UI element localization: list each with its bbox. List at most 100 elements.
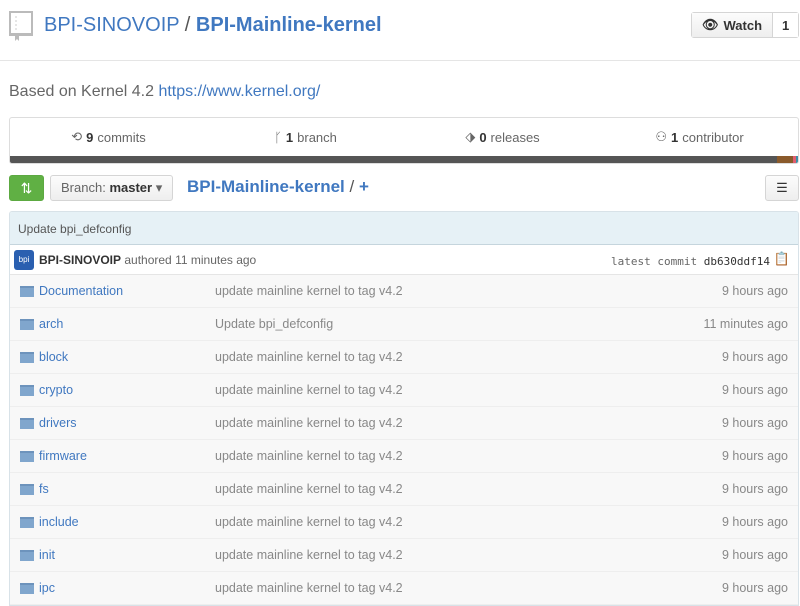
watch-button[interactable]: 👁 Watch bbox=[692, 13, 774, 37]
file-age: 9 hours ago bbox=[721, 416, 788, 430]
stat-label: contributor bbox=[682, 129, 744, 145]
watch-label: Watch bbox=[723, 17, 763, 33]
list-icon: ☰ bbox=[776, 180, 788, 195]
file-name-link[interactable]: block bbox=[39, 350, 68, 364]
folder-icon bbox=[20, 517, 34, 528]
file-age: 9 hours ago bbox=[721, 548, 788, 562]
language-bar[interactable] bbox=[10, 156, 798, 163]
clipboard-icon[interactable]: 📋 bbox=[774, 251, 790, 267]
file-age: 9 hours ago bbox=[721, 482, 788, 496]
description-text: Based on Kernel 4.2 bbox=[9, 83, 159, 100]
folder-icon bbox=[20, 286, 34, 297]
file-commit-message[interactable]: update mainline kernel to tag v4.2 bbox=[215, 284, 403, 298]
file-age: 9 hours ago bbox=[721, 383, 788, 397]
file-name-link[interactable]: fs bbox=[39, 482, 49, 496]
compare-icon: ⇅ bbox=[20, 180, 33, 196]
branch-icon: ᚴ bbox=[274, 129, 282, 145]
title-separator: / bbox=[184, 14, 191, 36]
repo-link[interactable]: BPI-Mainline-kernel bbox=[196, 14, 382, 36]
branch-name: master bbox=[109, 180, 153, 195]
file-commit-message[interactable]: update mainline kernel to tag v4.2 bbox=[215, 383, 403, 397]
commit-sha[interactable]: db630ddf14 bbox=[704, 255, 770, 268]
file-row: fs update mainline kernel to tag v4.2 9 ho… bbox=[10, 473, 798, 506]
file-row: block update mainline kernel to tag v4.2 9… bbox=[10, 341, 798, 374]
file-row: firmware update mainline kernel to tag v4… bbox=[10, 440, 798, 473]
file-name-link[interactable]: firmware bbox=[39, 449, 87, 463]
file-age: 9 hours ago bbox=[721, 581, 788, 595]
file-name-link[interactable]: ipc bbox=[39, 581, 55, 595]
file-name-link[interactable]: crypto bbox=[39, 383, 73, 397]
folder-icon bbox=[20, 550, 34, 561]
stat-label: branch bbox=[297, 129, 337, 145]
list-view-button[interactable]: ☰ bbox=[765, 175, 799, 201]
file-row: include update mainline kernel to tag v4.… bbox=[10, 506, 798, 539]
repo-title: BPI-SINOVOIP / BPI-Mainline-kernel bbox=[44, 14, 382, 37]
file-age: 9 hours ago bbox=[721, 515, 788, 529]
author-name[interactable]: BPI-SINOVOIP bbox=[39, 253, 121, 267]
file-name-link[interactable]: include bbox=[39, 515, 79, 529]
watch-count[interactable]: 1 bbox=[773, 13, 799, 37]
file-commit-message[interactable]: update mainline kernel to tag v4.2 bbox=[215, 350, 403, 364]
file-navigation: ⇅ Branch: master ▾ BPI-Mainline-kernel /… bbox=[9, 175, 799, 202]
add-file-button[interactable]: + bbox=[359, 177, 369, 196]
file-row: crypto update mainline kernel to tag v4.2… bbox=[10, 374, 798, 407]
eye-icon: 👁 bbox=[702, 17, 719, 32]
file-row: ipc update mainline kernel to tag v4.2 9 h… bbox=[10, 572, 798, 605]
repo-header: BPI-SINOVOIP / BPI-Mainline-kernel 👁 Watc… bbox=[0, 0, 800, 61]
file-commit-message[interactable]: update mainline kernel to tag v4.2 bbox=[215, 581, 403, 595]
tag-icon: ⬗ bbox=[465, 129, 476, 144]
file-commit-message[interactable]: update mainline kernel to tag v4.2 bbox=[215, 449, 403, 463]
authored-time: authored 11 minutes ago bbox=[124, 253, 257, 267]
branches-stat[interactable]: ᚴ 1 branch bbox=[207, 118, 404, 156]
file-name-link[interactable]: init bbox=[39, 548, 55, 562]
file-age: 9 hours ago bbox=[721, 284, 788, 298]
folder-icon bbox=[20, 352, 34, 363]
folder-icon bbox=[20, 583, 34, 594]
repo-book-icon bbox=[9, 11, 33, 41]
commit-author-line: BPI-SINOVOIP authored 11 minutes ago bbox=[39, 253, 256, 267]
language-segment bbox=[776, 156, 793, 163]
watch-control: 👁 Watch 1 bbox=[691, 12, 800, 38]
file-commit-message[interactable]: update mainline kernel to tag v4.2 bbox=[215, 515, 403, 529]
file-row: drivers update mainline kernel to tag v4.… bbox=[10, 407, 798, 440]
owner-link[interactable]: BPI-SINOVOIP bbox=[44, 14, 179, 36]
caret-down-icon: ▾ bbox=[155, 180, 163, 195]
file-name-link[interactable]: Documentation bbox=[39, 284, 123, 298]
file-commit-message[interactable]: update mainline kernel to tag v4.2 bbox=[215, 416, 403, 430]
stat-number: 1 bbox=[671, 129, 679, 145]
latest-commit-message[interactable]: Update bpi_defconfig bbox=[10, 212, 798, 245]
branch-prefix: Branch: bbox=[61, 180, 106, 195]
repo-description: Based on Kernel 4.2 https://www.kernel.o… bbox=[9, 83, 320, 101]
stat-label: releases bbox=[490, 129, 540, 145]
file-commit-message[interactable]: update mainline kernel to tag v4.2 bbox=[215, 482, 403, 496]
commits-stat[interactable]: ⟲ 9 commits bbox=[10, 118, 207, 156]
folder-icon bbox=[20, 418, 34, 429]
file-age: 9 hours ago bbox=[721, 449, 788, 463]
language-segment bbox=[796, 156, 798, 163]
breadcrumb-separator: / bbox=[349, 177, 355, 196]
file-commit-message[interactable]: update mainline kernel to tag v4.2 bbox=[215, 548, 403, 562]
breadcrumb-repo[interactable]: BPI-Mainline-kernel bbox=[187, 177, 345, 196]
file-row: Documentation update mainline kernel to t… bbox=[10, 275, 798, 308]
branch-select[interactable]: Branch: master ▾ bbox=[50, 175, 174, 201]
compare-button[interactable]: ⇅ bbox=[9, 175, 44, 201]
file-row: arch Update bpi_defconfig 11 minutes ago bbox=[10, 308, 798, 341]
organization-icon: ⚇ bbox=[655, 129, 667, 144]
file-table: Update bpi_defconfig bpi BPI-SINOVOIP au… bbox=[9, 211, 799, 606]
file-age: 9 hours ago bbox=[721, 350, 788, 364]
history-icon: ⟲ bbox=[71, 129, 83, 144]
file-commit-message[interactable]: Update bpi_defconfig bbox=[215, 317, 333, 331]
folder-icon bbox=[20, 319, 34, 330]
folder-icon bbox=[20, 385, 34, 396]
file-name-link[interactable]: drivers bbox=[39, 416, 77, 430]
stat-label: commits bbox=[97, 129, 146, 145]
repo-stats: ⟲ 9 commits ᚴ 1 branch ⬗ 0 releases ⚇ 1 contribu… bbox=[9, 117, 799, 164]
homepage-link[interactable]: https://www.kernel.org/ bbox=[158, 83, 320, 100]
stat-number: 1 bbox=[285, 129, 294, 145]
releases-stat[interactable]: ⬗ 0 releases bbox=[404, 118, 601, 156]
file-name-link[interactable]: arch bbox=[39, 317, 63, 331]
avatar[interactable]: bpi bbox=[14, 250, 34, 270]
folder-icon bbox=[20, 451, 34, 462]
stat-number: 9 bbox=[86, 129, 94, 145]
contributors-stat[interactable]: ⚇ 1 contributor bbox=[601, 118, 798, 156]
